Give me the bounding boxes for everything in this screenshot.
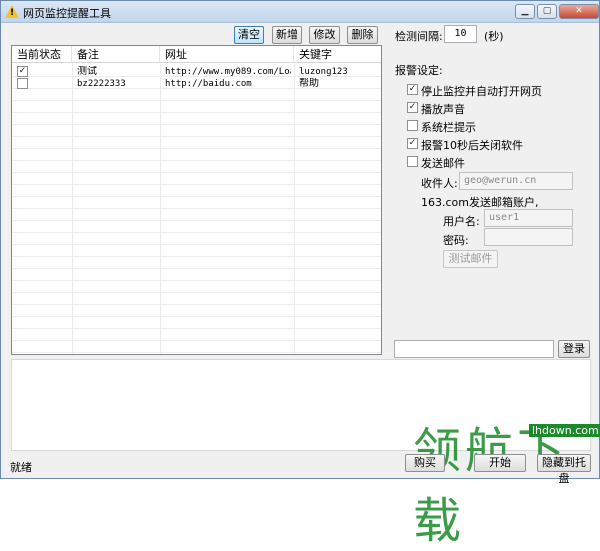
play-sound-checkbox[interactable]: ✓	[407, 102, 418, 113]
send-mail-label: 发送邮件	[421, 157, 465, 170]
tray-notify-label: 系统栏提示	[421, 121, 476, 134]
row-divider	[12, 172, 381, 173]
window-title: 网页监控提醒工具	[23, 7, 111, 20]
login-input[interactable]	[394, 340, 554, 358]
interval-input[interactable]: 10	[444, 25, 477, 43]
row-divider	[12, 244, 381, 245]
row-divider	[12, 340, 381, 341]
row-divider	[12, 124, 381, 125]
password-input[interactable]	[484, 228, 573, 246]
title-bar: ! 网页监控提醒工具 ▁ ▢ ✕	[1, 1, 599, 23]
row-divider	[12, 280, 381, 281]
interval-unit: (秒)	[484, 30, 504, 43]
column-header-status[interactable]: 当前状态	[12, 46, 72, 63]
table-header: 当前状态 备注 网址 关键字	[12, 46, 381, 63]
minimize-window-button[interactable]: ▁	[515, 4, 535, 19]
row-divider	[12, 304, 381, 305]
row-divider	[12, 328, 381, 329]
close-after-alarm-checkbox[interactable]: ✓	[407, 138, 418, 149]
row-divider	[12, 316, 381, 317]
edit-button[interactable]: 修改	[309, 26, 340, 44]
delete-button[interactable]: 删除	[347, 26, 378, 44]
send-mail-checkbox[interactable]	[407, 156, 418, 167]
row-divider	[12, 148, 381, 149]
row-divider	[12, 160, 381, 161]
row-note: 测试	[77, 66, 97, 77]
close-window-button[interactable]: ✕	[559, 4, 599, 19]
row-divider	[12, 136, 381, 137]
row-status-checkbox[interactable]: ✓	[17, 66, 28, 77]
warning-icon: !	[5, 5, 19, 18]
row-divider	[12, 196, 381, 197]
row-divider	[12, 220, 381, 221]
monitor-table: 当前状态 备注 网址 关键字 ✓ 测试 http://www.my089.com…	[11, 45, 382, 355]
checkmark-icon: ✓	[408, 138, 417, 148]
row-divider	[12, 184, 381, 185]
alarm-section-label: 报警设定:	[395, 64, 443, 77]
row-divider	[12, 100, 381, 101]
add-button[interactable]: 新增	[272, 26, 302, 44]
row-divider	[12, 208, 381, 209]
recipient-input[interactable]: geo@werun.cn	[459, 172, 573, 190]
test-mail-button[interactable]: 测试邮件	[443, 250, 498, 268]
password-label: 密码:	[443, 234, 469, 247]
hide-to-tray-button[interactable]: 隐藏到托盘	[537, 454, 591, 485]
username-label: 用户名:	[443, 215, 480, 228]
maximize-window-button[interactable]: ▢	[537, 4, 557, 19]
row-keyword: 帮助	[299, 78, 319, 89]
column-header-note[interactable]: 备注	[72, 46, 160, 63]
stop-and-open-checkbox[interactable]: ✓	[407, 84, 418, 95]
start-button[interactable]: 开始	[474, 454, 526, 472]
row-note: bz2222333	[77, 79, 126, 89]
row-url: http://www.my089.com/Loan...	[165, 67, 291, 77]
checkmark-icon: ✓	[408, 102, 417, 112]
clear-button[interactable]: 清空	[234, 26, 264, 44]
buy-button[interactable]: 购买	[405, 454, 445, 472]
username-input[interactable]: user1	[484, 209, 573, 227]
mail-account-label: 163.com发送邮箱账户,	[421, 196, 539, 209]
column-header-keyword[interactable]: 关键字	[294, 46, 381, 63]
row-keyword: luzong123	[299, 67, 348, 77]
interval-label: 检测间隔:	[395, 30, 443, 43]
close-after-alarm-label: 报警10秒后关闭软件	[421, 139, 523, 152]
status-text: 就绪	[10, 461, 32, 474]
checkmark-icon: ✓	[18, 66, 27, 76]
row-url: http://baidu.com	[165, 79, 252, 89]
checkmark-icon: ✓	[408, 84, 417, 94]
row-divider	[12, 232, 381, 233]
login-button[interactable]: 登录	[558, 340, 590, 358]
row-divider	[12, 292, 381, 293]
row-divider	[12, 352, 381, 353]
row-divider	[12, 268, 381, 269]
row-status-checkbox[interactable]	[17, 78, 28, 89]
stop-and-open-label: 停止监控并自动打开网页	[421, 85, 542, 98]
tray-notify-checkbox[interactable]	[407, 120, 418, 131]
app-window: ! 网页监控提醒工具 ▁ ▢ ✕ 清空 新增 修改 删除 检测间隔: 10 (秒…	[0, 0, 600, 549]
play-sound-label: 播放声音	[421, 103, 465, 116]
watermark-url: lhdown.com	[529, 424, 600, 437]
recipient-label: 收件人:	[421, 177, 458, 190]
row-divider	[12, 112, 381, 113]
column-header-url[interactable]: 网址	[160, 46, 294, 63]
row-divider	[12, 256, 381, 257]
